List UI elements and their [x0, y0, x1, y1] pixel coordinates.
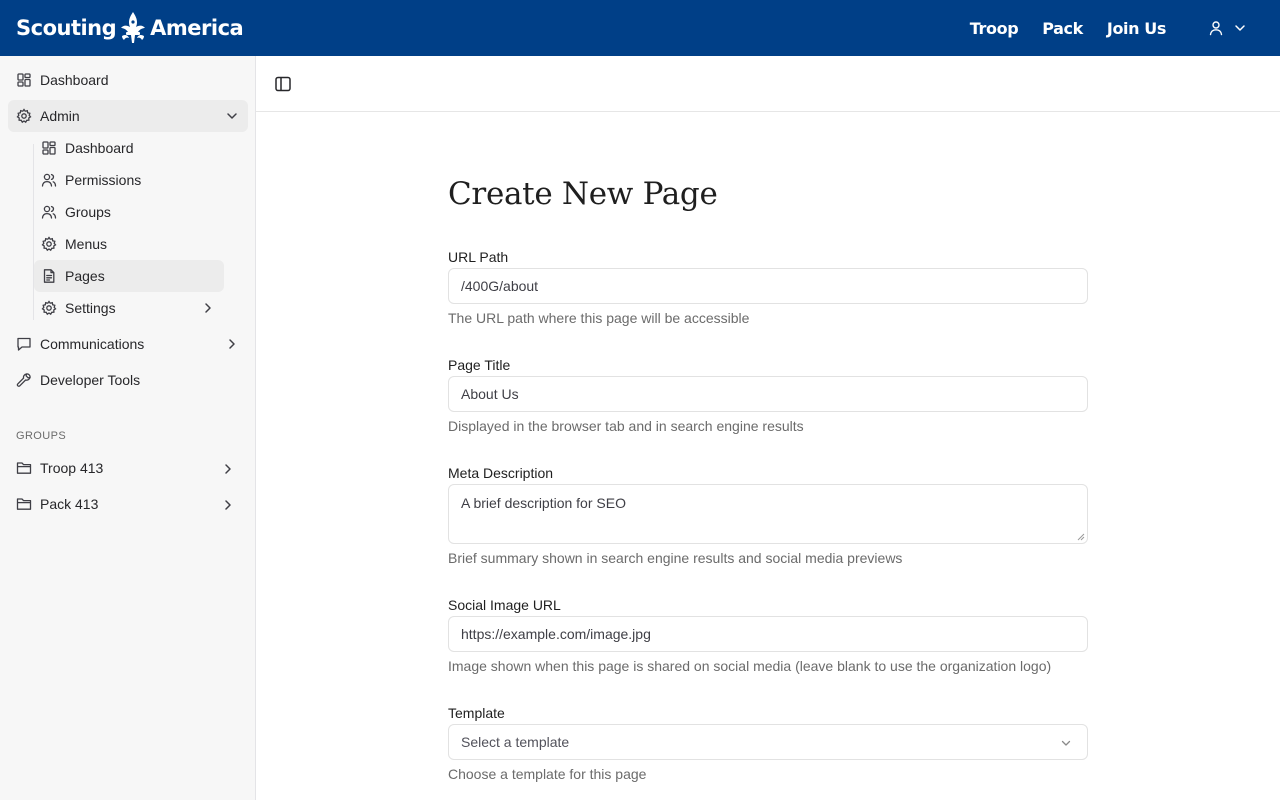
sidebar-item-dashboard[interactable]: Dashboard: [8, 64, 248, 96]
sidebar-item-label: Pack 413: [40, 496, 99, 512]
page-title: Create New Page: [448, 176, 718, 212]
sidebar-item-settings[interactable]: Settings: [34, 292, 224, 324]
sidebar-item-label: Permissions: [65, 172, 142, 188]
groups-section-label: GROUPS: [16, 430, 67, 442]
sidebar-item-developer-tools[interactable]: Developer Tools: [8, 364, 248, 396]
chevron-down-icon: [1061, 740, 1071, 746]
sidebar-item-label: Communications: [40, 336, 145, 352]
sidebar-item-label: Pages: [65, 268, 105, 284]
sidebar-item-permissions[interactable]: Permissions: [34, 164, 224, 196]
social-image-help: Image shown when this page is shared on …: [448, 658, 1052, 674]
chevron-right-icon: [225, 464, 231, 474]
template-select[interactable]: Select a template: [448, 724, 1088, 760]
chat-icon: [16, 336, 32, 352]
users-icon: [41, 172, 57, 188]
user-menu-button[interactable]: [1208, 20, 1248, 36]
chevron-right-icon: [225, 500, 231, 510]
sidebar-item-label: Groups: [65, 204, 111, 220]
nav-link-troop[interactable]: Troop: [970, 19, 1019, 38]
sidebar: Dashboard Admin Dashboard Permissions Gr…: [0, 56, 256, 800]
sidebar-item-label: Dashboard: [40, 72, 109, 88]
dashboard-icon: [16, 72, 32, 88]
page-title-input[interactable]: About Us: [448, 376, 1088, 412]
social-image-input[interactable]: https://example.com/image.jpg: [448, 616, 1088, 652]
sidebar-item-groups[interactable]: Groups: [34, 196, 224, 228]
users-icon: [41, 204, 57, 220]
folder-icon: [16, 460, 32, 476]
template-label: Template: [448, 705, 505, 721]
sidebar-item-label: Dashboard: [65, 140, 134, 156]
dashboard-icon: [41, 140, 57, 156]
sidebar-item-pages[interactable]: Pages: [34, 260, 224, 292]
resize-grip-icon[interactable]: [1077, 533, 1085, 541]
main-content: Create New Page URL Path /400G/about The…: [256, 56, 1280, 800]
template-select-value: Select a template: [461, 734, 570, 750]
chevron-right-icon: [205, 303, 211, 313]
url-path-label: URL Path: [448, 249, 509, 265]
sidebar-item-label: Troop 413: [40, 460, 104, 476]
sidebar-item-label: Settings: [65, 300, 116, 316]
gear-icon: [16, 108, 32, 124]
sidebar-toggle-icon[interactable]: [274, 75, 292, 93]
gear-icon: [41, 236, 57, 252]
wrench-icon: [16, 372, 32, 388]
document-icon: [41, 268, 57, 284]
sidebar-group-pack-413[interactable]: Pack 413: [8, 488, 248, 520]
sidebar-item-menus[interactable]: Menus: [34, 228, 224, 260]
chevron-right-icon: [229, 339, 235, 349]
gear-icon: [41, 300, 57, 316]
social-image-label: Social Image URL: [448, 597, 561, 613]
sidebar-item-label: Admin: [40, 108, 80, 124]
folder-icon: [16, 496, 32, 512]
logo-text-right: America: [150, 16, 244, 40]
user-icon: [1209, 21, 1223, 36]
chevron-down-icon: [227, 113, 237, 119]
meta-description-help: Brief summary shown in search engine res…: [448, 550, 903, 566]
url-path-help: The URL path where this page will be acc…: [448, 310, 750, 326]
brand-logo[interactable]: Scouting America: [16, 10, 244, 46]
top-nav: Troop Pack Join Us: [970, 0, 1280, 56]
main-toolbar: [256, 56, 1280, 112]
page-title-help: Displayed in the browser tab and in sear…: [448, 418, 804, 434]
meta-description-label: Meta Description: [448, 465, 554, 481]
nav-link-pack[interactable]: Pack: [1042, 19, 1083, 38]
sidebar-item-admin-dashboard[interactable]: Dashboard: [34, 132, 224, 164]
meta-description-placeholder: A brief description for SEO: [461, 495, 626, 511]
chevron-down-icon: [1235, 25, 1245, 31]
url-path-input[interactable]: /400G/about: [448, 268, 1088, 304]
top-header: Scouting America Troop Pack Join Us: [0, 0, 1280, 56]
fleur-de-lis-icon: [121, 12, 146, 43]
template-help: Choose a template for this page: [448, 766, 647, 782]
sidebar-item-admin[interactable]: Admin: [8, 100, 248, 132]
sidebar-item-label: Developer Tools: [40, 372, 141, 388]
logo-text-left: Scouting: [16, 16, 117, 40]
page-title-label: Page Title: [448, 357, 511, 373]
sidebar-item-communications[interactable]: Communications: [8, 328, 248, 360]
sidebar-item-label: Menus: [65, 236, 108, 252]
nav-link-join-us[interactable]: Join Us: [1107, 19, 1167, 38]
meta-description-textarea[interactable]: A brief description for SEO: [448, 484, 1088, 544]
sidebar-group-troop-413[interactable]: Troop 413: [8, 452, 248, 484]
